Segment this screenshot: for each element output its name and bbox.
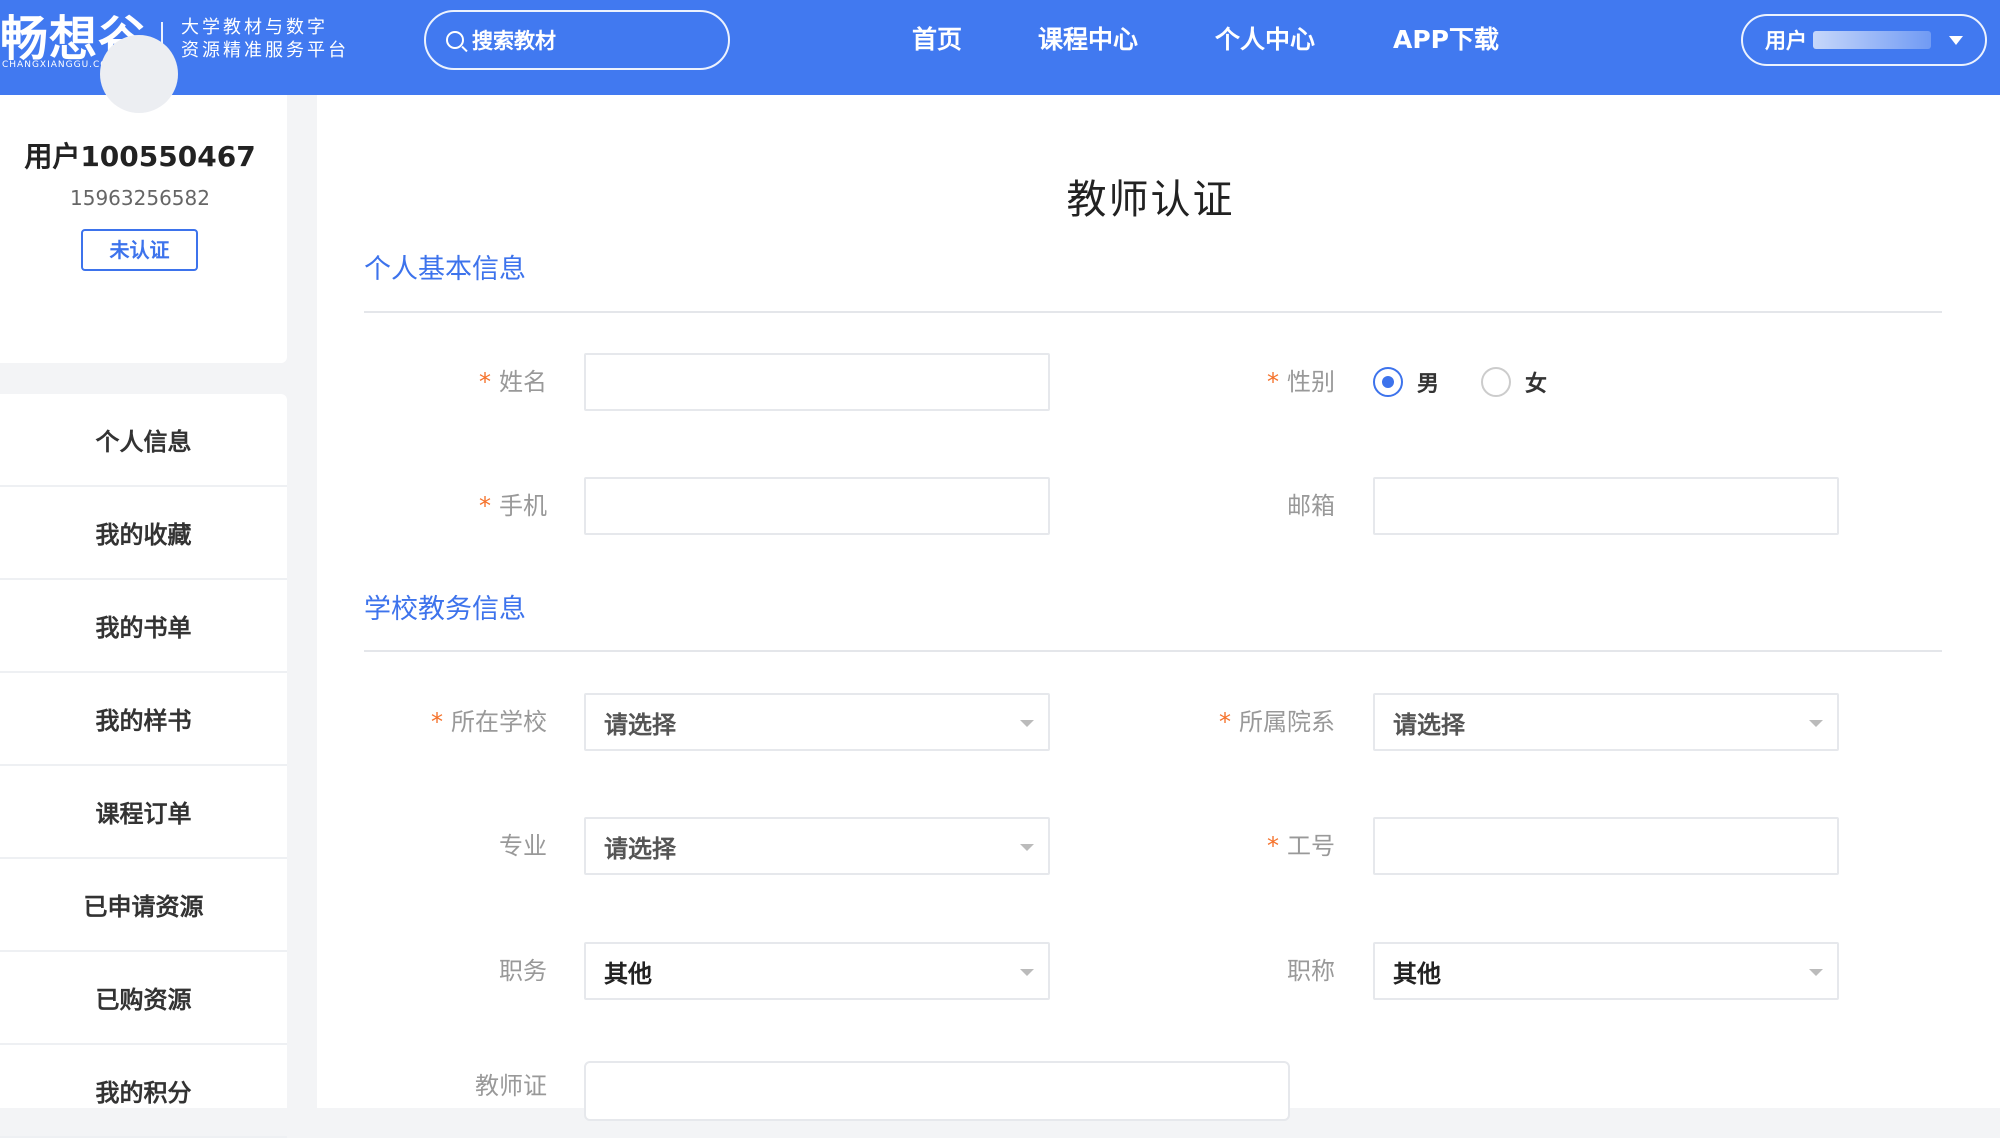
page-title: 教师认证 — [1066, 177, 1235, 223]
professional-title-label-text: 职称 — [1287, 957, 1335, 985]
chevron-down-icon — [1020, 844, 1034, 851]
major-label-text: 专业 — [499, 832, 547, 860]
required-mark: * — [479, 368, 491, 396]
position-label: 职务 — [347, 942, 547, 1000]
name-label: * 姓名 — [347, 353, 547, 411]
search-placeholder: 搜索教材 — [472, 29, 556, 53]
profile-name: 用户100550467 — [24, 140, 256, 173]
required-mark: * — [479, 492, 491, 520]
professional-title-select[interactable]: 其他 — [1373, 942, 1839, 1000]
teacher-verification-panel: 教师认证 个人基本信息 * 姓名 * 性别 男 女 * 手机 邮箱 学校教务信息 * 所… — [317, 95, 2000, 1121]
gender-radio-male[interactable] — [1373, 367, 1403, 397]
phone-label: * 手机 — [347, 477, 547, 535]
professional-title-label: 职称 — [1135, 942, 1335, 1000]
staff-id-label: * 工号 — [1135, 817, 1335, 875]
position-select[interactable]: 其他 — [584, 942, 1050, 1000]
chevron-down-icon — [1809, 720, 1823, 727]
chevron-down-icon — [1020, 720, 1034, 727]
sidebar-item-favorites[interactable]: 我的收藏 — [0, 487, 287, 580]
email-label: 邮箱 — [1135, 477, 1335, 535]
chevron-down-icon — [1020, 969, 1034, 976]
section-divider — [364, 650, 1942, 652]
major-select[interactable]: 请选择 — [584, 817, 1050, 875]
top-header: 畅想谷 CHANGXIANGGU.COM 大学教材与数字 资源精准服务平台 搜索… — [0, 0, 2000, 95]
search-icon — [446, 31, 464, 49]
gender-option-female[interactable]: 女 — [1525, 366, 1547, 398]
nav-home[interactable]: 首页 — [912, 22, 962, 58]
nav-course-center[interactable]: 课程中心 — [1038, 22, 1138, 58]
school-label: * 所在学校 — [347, 693, 547, 751]
gender-radio-female[interactable] — [1481, 367, 1512, 397]
sidebar-item-personal-info[interactable]: 个人信息 — [0, 394, 287, 487]
sidebar-item-sample-books[interactable]: 我的样书 — [0, 673, 287, 766]
school-select-value: 请选择 — [604, 710, 676, 739]
gender-option-male[interactable]: 男 — [1417, 366, 1439, 398]
nav-personal-center[interactable]: 个人中心 — [1215, 22, 1315, 58]
phone-label-text: 手机 — [499, 492, 547, 520]
school-select[interactable]: 请选择 — [584, 693, 1050, 751]
email-label-text: 邮箱 — [1287, 492, 1335, 520]
section-divider — [364, 311, 1942, 313]
department-label: * 所属院系 — [1135, 693, 1335, 751]
gender-radio-group: 男 女 — [1373, 353, 1589, 411]
verification-status-badge[interactable]: 未认证 — [81, 229, 198, 271]
professional-title-select-value: 其他 — [1393, 959, 1441, 988]
teacher-cert-upload[interactable] — [584, 1061, 1290, 1121]
gender-label: * 性别 — [1135, 353, 1335, 411]
chevron-down-icon — [1809, 969, 1823, 976]
user-menu-dropdown[interactable]: 用户 — [1741, 14, 1987, 66]
email-input[interactable] — [1373, 477, 1839, 535]
required-mark: * — [1267, 368, 1279, 396]
search-box[interactable]: 搜索教材 — [424, 10, 730, 70]
section-title-basic: 个人基本信息 — [364, 254, 526, 285]
name-label-text: 姓名 — [499, 368, 547, 396]
slogan-line-2: 资源精准服务平台 — [181, 40, 350, 61]
blurred-username — [1813, 31, 1931, 49]
avatar[interactable] — [100, 35, 178, 113]
major-label: 专业 — [347, 817, 547, 875]
teacher-cert-label-text: 教师证 — [475, 1072, 547, 1100]
staff-id-label-text: 工号 — [1287, 832, 1335, 860]
staff-id-input[interactable] — [1373, 817, 1839, 875]
sidebar-menu: 个人信息 我的收藏 我的书单 我的样书 课程订单 已申请资源 已购资源 我的积分 — [0, 394, 287, 1138]
school-label-text: 所在学校 — [451, 708, 547, 736]
teacher-cert-label: 教师证 — [347, 1057, 547, 1115]
position-label-text: 职务 — [499, 957, 547, 985]
department-select-value: 请选择 — [1393, 710, 1465, 739]
profile-card: 用户100550467 15963256582 未认证 — [0, 35, 287, 363]
user-menu-label: 用户 — [1765, 29, 1807, 53]
name-input[interactable] — [584, 353, 1050, 411]
required-mark: * — [1267, 832, 1279, 860]
sidebar-item-course-orders[interactable]: 课程订单 — [0, 766, 287, 859]
position-select-value: 其他 — [604, 959, 652, 988]
required-mark: * — [1219, 708, 1231, 736]
gender-label-text: 性别 — [1287, 368, 1335, 396]
major-select-value: 请选择 — [604, 834, 676, 863]
required-mark: * — [431, 708, 443, 736]
sidebar-item-purchased-resources[interactable]: 已购资源 — [0, 952, 287, 1045]
department-label-text: 所属院系 — [1239, 708, 1335, 736]
chevron-down-icon — [1949, 36, 1963, 45]
slogan-line-1: 大学教材与数字 — [181, 17, 329, 38]
sidebar-item-requested-resources[interactable]: 已申请资源 — [0, 859, 287, 952]
department-select[interactable]: 请选择 — [1373, 693, 1839, 751]
sidebar-item-booklist[interactable]: 我的书单 — [0, 580, 287, 673]
profile-phone: 15963256582 — [70, 186, 210, 210]
phone-input[interactable] — [584, 477, 1050, 535]
nav-app-download[interactable]: APP下载 — [1393, 22, 1499, 58]
section-title-school: 学校教务信息 — [364, 594, 526, 625]
sidebar-item-my-points[interactable]: 我的积分 — [0, 1045, 287, 1138]
logo-slogan: 大学教材与数字 资源精准服务平台 — [181, 16, 349, 62]
